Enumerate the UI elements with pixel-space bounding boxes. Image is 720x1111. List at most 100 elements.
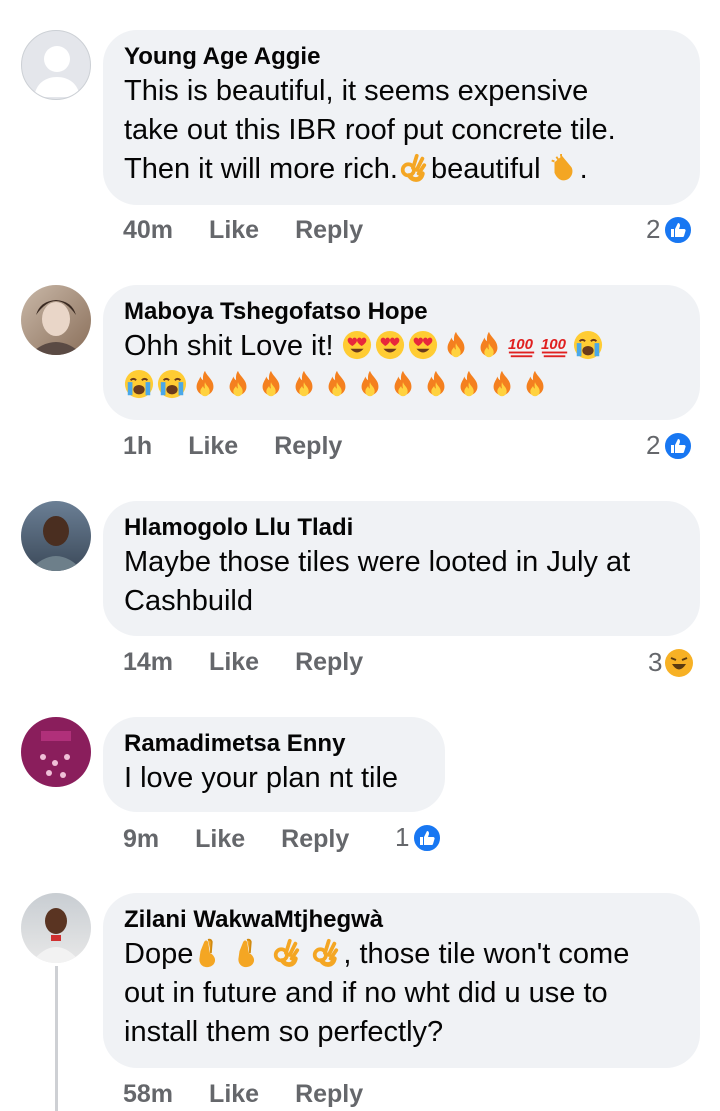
crossed-fingers-icon bbox=[193, 938, 223, 968]
fire-icon bbox=[190, 369, 220, 399]
avatar[interactable] bbox=[21, 501, 91, 571]
comment-meta: 40m Like Reply bbox=[123, 216, 363, 245]
reply-thread-line bbox=[55, 966, 58, 1111]
fire-icon bbox=[289, 369, 319, 399]
comment-line bbox=[124, 366, 676, 405]
reply-button[interactable]: Reply bbox=[295, 648, 363, 677]
comment-time[interactable]: 58m bbox=[123, 1080, 173, 1109]
like-button[interactable]: Like bbox=[209, 648, 259, 677]
ok-hand-icon bbox=[271, 938, 301, 968]
profile-photo bbox=[29, 516, 83, 571]
clapping-hands-icon bbox=[547, 153, 577, 183]
crossed-fingers-icon bbox=[232, 938, 262, 968]
avatar[interactable] bbox=[21, 893, 91, 963]
fire-icon bbox=[441, 330, 471, 360]
comment-line-text: Ohh shit Love it! bbox=[124, 330, 334, 362]
heart-eyes-icon bbox=[342, 330, 372, 360]
reaction-count: 2 bbox=[646, 430, 661, 460]
fire-icon bbox=[520, 369, 550, 399]
like-icon bbox=[663, 214, 694, 245]
hundred-points-icon bbox=[507, 330, 537, 360]
reply-button[interactable]: Reply bbox=[295, 1080, 363, 1109]
comment-bubble: Young Age Aggie This is beautiful, it se… bbox=[103, 30, 700, 205]
fire-icon bbox=[355, 369, 385, 399]
fire-icon bbox=[388, 369, 418, 399]
fire-icon bbox=[454, 369, 484, 399]
comment-author[interactable]: Zilani WakwaMtjhegwà bbox=[124, 905, 676, 935]
comment-bubble: Ramadimetsa Enny I love your plan nt til… bbox=[103, 717, 445, 812]
default-user-icon bbox=[34, 46, 80, 97]
comment-text: Maybe those tiles were looted in July at… bbox=[124, 543, 676, 621]
fire-icon bbox=[487, 369, 517, 399]
comment-line: out in future and if no wht did u use to bbox=[124, 977, 608, 1009]
reaction-count: 3 bbox=[648, 647, 663, 677]
comment-meta: 9m Like Reply bbox=[123, 825, 349, 854]
crying-face-icon bbox=[157, 369, 187, 399]
reaction-summary[interactable]: 2 bbox=[646, 430, 694, 461]
like-button[interactable]: Like bbox=[209, 1080, 259, 1109]
comment-line-text: . bbox=[579, 153, 588, 185]
reply-button[interactable]: Reply bbox=[295, 216, 363, 245]
comment-line: Ohh shit Love it! bbox=[124, 327, 676, 366]
comment-text: Ohh shit Love it! bbox=[124, 327, 676, 405]
fire-icon bbox=[223, 369, 253, 399]
comment-line-text: Then it will more rich. bbox=[124, 153, 398, 185]
avatar[interactable] bbox=[21, 285, 91, 355]
reaction-summary[interactable]: 1 bbox=[395, 822, 443, 853]
comment-line: Cashbuild bbox=[124, 585, 253, 617]
crying-face-icon bbox=[573, 330, 603, 360]
comment-line: Dope , those tile won't come bbox=[124, 935, 676, 974]
reaction-count: 1 bbox=[395, 822, 410, 852]
heart-eyes-icon bbox=[375, 330, 405, 360]
comment-line: This is beautiful, it seems expensive bbox=[124, 75, 589, 107]
comment-author[interactable]: Hlamogolo Llu Tladi bbox=[124, 513, 676, 543]
comment-bubble: Hlamogolo Llu Tladi Maybe those tiles we… bbox=[103, 501, 700, 636]
comment-time[interactable]: 9m bbox=[123, 825, 159, 854]
comment-meta: 58m Like Reply bbox=[123, 1080, 363, 1109]
reply-button[interactable]: Reply bbox=[274, 432, 342, 461]
haha-icon bbox=[665, 648, 694, 677]
reaction-summary[interactable]: 2 bbox=[646, 214, 694, 245]
comment-meta: 1h Like Reply bbox=[123, 432, 342, 461]
comment-line-text: beautiful bbox=[430, 153, 541, 185]
like-icon bbox=[412, 822, 443, 853]
profile-photo bbox=[29, 300, 83, 355]
crying-face-icon bbox=[124, 369, 154, 399]
profile-photo bbox=[31, 908, 81, 963]
comment-text: This is beautiful, it seems expensive ta… bbox=[124, 72, 676, 189]
fire-icon bbox=[474, 330, 504, 360]
fire-icon bbox=[421, 369, 451, 399]
ok-hand-icon bbox=[398, 153, 428, 183]
comment-author[interactable]: Maboya Tshegofatso Hope bbox=[124, 297, 676, 327]
ok-hand-icon bbox=[310, 938, 340, 968]
like-icon bbox=[663, 430, 694, 461]
comment-bubble: Zilani WakwaMtjhegwà Dope , those tile wo… bbox=[103, 893, 700, 1068]
fire-icon bbox=[256, 369, 286, 399]
comment-author[interactable]: Ramadimetsa Enny bbox=[124, 729, 421, 759]
comment-line: Maybe those tiles were looted in July at bbox=[124, 546, 631, 578]
comment-meta: 14m Like Reply bbox=[123, 648, 363, 677]
comment-text: I love your plan nt tile bbox=[124, 762, 399, 794]
reaction-count: 2 bbox=[646, 214, 661, 244]
comment-bubble: Maboya Tshegofatso Hope Ohh shit Love it… bbox=[103, 285, 700, 420]
avatar-placeholder[interactable] bbox=[21, 30, 91, 100]
reply-button[interactable]: Reply bbox=[281, 825, 349, 854]
reaction-summary[interactable]: 3 bbox=[648, 647, 694, 678]
comment-author[interactable]: Young Age Aggie bbox=[124, 42, 676, 72]
hundred-points-icon bbox=[540, 330, 570, 360]
comment-time[interactable]: 1h bbox=[123, 432, 152, 461]
like-button[interactable]: Like bbox=[209, 216, 259, 245]
like-button[interactable]: Like bbox=[188, 432, 238, 461]
comment-line: take out this IBR roof put concrete tile… bbox=[124, 114, 616, 146]
profile-photo bbox=[40, 731, 71, 778]
comment-line: Then it will more rich. beautiful. bbox=[124, 150, 676, 189]
comment-line-text: Dope bbox=[124, 938, 194, 970]
like-button[interactable]: Like bbox=[195, 825, 245, 854]
comment-time[interactable]: 14m bbox=[123, 648, 173, 677]
fire-icon bbox=[322, 369, 352, 399]
comment-time[interactable]: 40m bbox=[123, 216, 173, 245]
avatar[interactable] bbox=[21, 717, 91, 787]
comment-text: Dope , those tile won't come out in futur… bbox=[124, 935, 676, 1052]
comment-line-text: , those tile won't come bbox=[343, 938, 630, 970]
comment-line: install them so perfectly? bbox=[124, 1016, 444, 1048]
